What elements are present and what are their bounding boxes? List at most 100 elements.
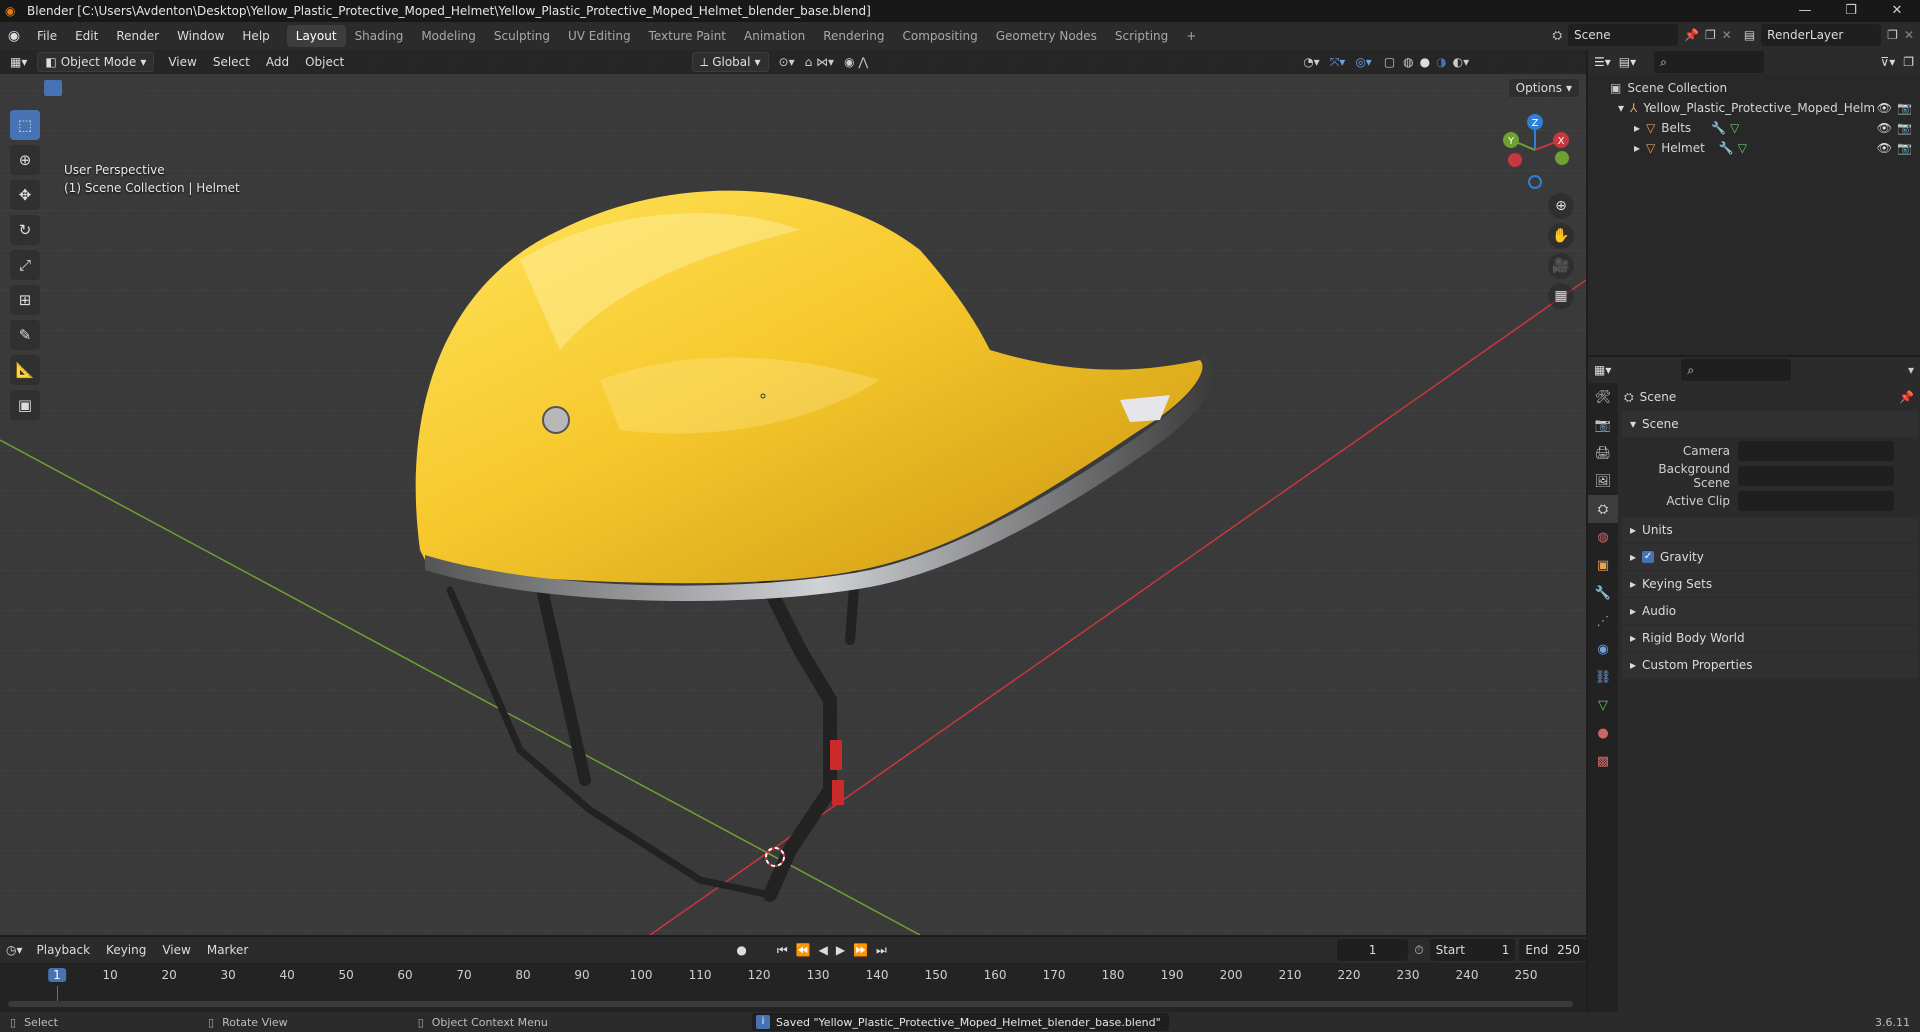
timeline-editor-icon[interactable]: ◷▾ [6, 943, 23, 957]
transform-tool-icon[interactable]: ⊞ [10, 285, 40, 315]
frame-ruler[interactable]: 1 10 20 30 40 50 60 70 80 90 100 110 120 130 140 150 160… [0, 966, 1586, 986]
section-keying-sets[interactable]: ▸ Keying Sets [1622, 571, 1918, 597]
annotate-tool-icon[interactable]: ✎ [10, 320, 40, 350]
current-frame-field[interactable]: 1 [1336, 939, 1409, 961]
add-workspace-button[interactable]: + [1177, 25, 1205, 47]
active-clip-field[interactable] [1738, 490, 1894, 511]
timeline-menu-keying[interactable]: Keying [98, 943, 154, 957]
outliner-root[interactable]: ▣ Scene Collection [1588, 78, 1920, 98]
add-cube-tool-icon[interactable]: ▣ [10, 390, 40, 420]
blender-menu-icon[interactable]: ◉ [0, 28, 28, 44]
gravity-checkbox[interactable]: ✓ [1642, 551, 1655, 563]
viewport-menu-object[interactable]: Object [297, 55, 352, 69]
select-extend-icon[interactable] [64, 80, 82, 96]
visibility-eye-icon[interactable]: 👁 [1877, 138, 1892, 158]
render-camera-icon[interactable]: 📷 [1897, 118, 1912, 138]
delete-renderlayer-icon[interactable]: ✕ [1904, 28, 1914, 42]
render-tab-icon[interactable]: 📷 [1588, 411, 1618, 439]
jump-keyframe-back-icon[interactable]: ⏪ [796, 943, 811, 957]
new-scene-icon[interactable]: ❐ [1705, 28, 1716, 42]
expand-arrow-icon[interactable]: ▸ [1634, 138, 1640, 158]
expand-arrow-icon[interactable]: ▾ [1618, 98, 1624, 118]
visibility-icon[interactable]: ◔▾ [1303, 55, 1320, 69]
output-tab-icon[interactable]: 🖨 [1588, 439, 1618, 467]
outliner-item-helmet[interactable]: ▸ ▽ Helmet 🔧 ▽ 👁 📷 [1588, 138, 1920, 158]
tab-layout[interactable]: Layout [286, 25, 346, 47]
tab-uv-editing[interactable]: UV Editing [559, 25, 640, 47]
tab-shading[interactable]: Shading [346, 25, 413, 47]
tool-tab-icon[interactable]: 🛠 [1588, 383, 1618, 411]
pan-hand-icon[interactable]: ✋ [1548, 223, 1574, 249]
delete-scene-icon[interactable]: ✕ [1722, 28, 1732, 42]
tab-rendering[interactable]: Rendering [814, 25, 893, 47]
menu-window[interactable]: Window [168, 22, 233, 50]
filter-icon[interactable]: ⊽▾ [1880, 55, 1895, 69]
timeline-menu-marker[interactable]: Marker [199, 943, 256, 957]
expand-arrow-icon[interactable]: ▸ [1634, 118, 1640, 138]
play-reverse-icon[interactable]: ◀ [819, 943, 828, 957]
stopwatch-icon[interactable]: ⏱ [1414, 943, 1423, 958]
renderlayer-field[interactable]: RenderLayer [1761, 24, 1882, 46]
pin-icon[interactable]: 📌 [1899, 390, 1914, 404]
visibility-eye-icon[interactable]: 👁 [1877, 118, 1892, 138]
section-units[interactable]: ▸ Units [1622, 517, 1918, 543]
menu-render[interactable]: Render [107, 22, 168, 50]
select-subtract-icon[interactable] [84, 80, 102, 96]
jump-keyframe-forward-icon[interactable]: ⏩ [853, 943, 868, 957]
outliner-item-collection[interactable]: ▾ ⅄ Yellow_Plastic_Protective_Moped_Helm… [1588, 98, 1920, 118]
record-button-icon[interactable]: ● [736, 943, 746, 957]
properties-editor-icon[interactable]: ▦▾ [1594, 363, 1611, 377]
rendered-shading-icon[interactable]: ◐▾ [1453, 55, 1470, 69]
mode-dropdown[interactable]: ◧ Object Mode ▾ [37, 52, 155, 72]
perspective-toggle-icon[interactable]: ▦ [1548, 283, 1574, 309]
end-frame-field[interactable]: End 250 [1519, 939, 1586, 961]
display-mode-icon[interactable]: ▤▾ [1619, 55, 1636, 69]
menu-edit[interactable]: Edit [66, 22, 107, 50]
camera-view-icon[interactable]: 🎥 [1548, 253, 1574, 279]
select-new-icon[interactable] [44, 80, 62, 96]
object-tab-icon[interactable]: ▣ [1588, 551, 1618, 579]
options-button[interactable]: Options ▾ [1507, 78, 1580, 98]
wireframe-shading-icon[interactable]: ◍ [1403, 55, 1413, 69]
viewport-menu-add[interactable]: Add [258, 55, 297, 69]
material-shading-icon[interactable]: ◑ [1436, 55, 1446, 69]
section-custom-properties[interactable]: ▸ Custom Properties [1622, 652, 1918, 678]
tab-compositing[interactable]: Compositing [893, 25, 986, 47]
properties-search-input[interactable]: ⌕ [1681, 359, 1792, 381]
constraints-tab-icon[interactable]: ⛓ [1588, 663, 1618, 691]
outliner-editor-icon[interactable]: ☰▾ [1594, 55, 1611, 69]
tab-texture-paint[interactable]: Texture Paint [640, 25, 735, 47]
scene-field[interactable]: Scene [1568, 24, 1679, 46]
tab-sculpting[interactable]: Sculpting [485, 25, 559, 47]
scale-tool-icon[interactable]: ⤢ [10, 250, 40, 280]
xray-icon[interactable]: ▢ [1384, 55, 1395, 69]
particles-tab-icon[interactable]: ⋰ [1588, 607, 1618, 635]
section-audio[interactable]: ▸ Audio [1622, 598, 1918, 624]
zoom-icon[interactable]: ⊕ [1548, 193, 1574, 219]
3d-viewport[interactable]: ▦▾ ◧ Object Mode ▾ View Select Add Object … [0, 50, 1586, 935]
orientation-dropdown[interactable]: ⟂ Global ▾ [692, 52, 769, 72]
menu-file[interactable]: File [28, 22, 66, 50]
outliner-search-input[interactable]: ⌕ [1654, 51, 1765, 73]
tab-geometry-nodes[interactable]: Geometry Nodes [987, 25, 1106, 47]
viewport-menu-view[interactable]: View [160, 55, 204, 69]
new-renderlayer-icon[interactable]: ❐ [1887, 28, 1898, 42]
section-scene[interactable]: ▾ Scene [1622, 411, 1918, 437]
material-tab-icon[interactable]: ● [1588, 719, 1618, 747]
rotate-tool-icon[interactable]: ↻ [10, 215, 40, 245]
modifier-tab-icon[interactable]: 🔧 [1588, 579, 1618, 607]
navigation-gizmo[interactable]: Z X Y [1495, 110, 1575, 190]
tab-modeling[interactable]: Modeling [412, 25, 485, 47]
outliner-item-belts[interactable]: ▸ ▽ Belts 🔧 ▽ 👁 📷 [1588, 118, 1920, 138]
camera-field[interactable] [1738, 440, 1894, 461]
chevron-down-icon[interactable]: ▾ [1908, 363, 1914, 377]
select-invert-icon[interactable] [104, 80, 122, 96]
minimize-button[interactable]: — [1782, 0, 1828, 22]
section-rigid-body-world[interactable]: ▸ Rigid Body World [1622, 625, 1918, 651]
close-button[interactable]: ✕ [1874, 0, 1920, 22]
world-tab-icon[interactable]: ◍ [1588, 523, 1618, 551]
pivot-icon[interactable]: ⊙▾ [779, 55, 795, 69]
timeline-menu-playback[interactable]: Playback [29, 943, 99, 957]
gizmo-toggle-icon[interactable]: ⤧▾ [1330, 55, 1346, 70]
physics-tab-icon[interactable]: ◉ [1588, 635, 1618, 663]
